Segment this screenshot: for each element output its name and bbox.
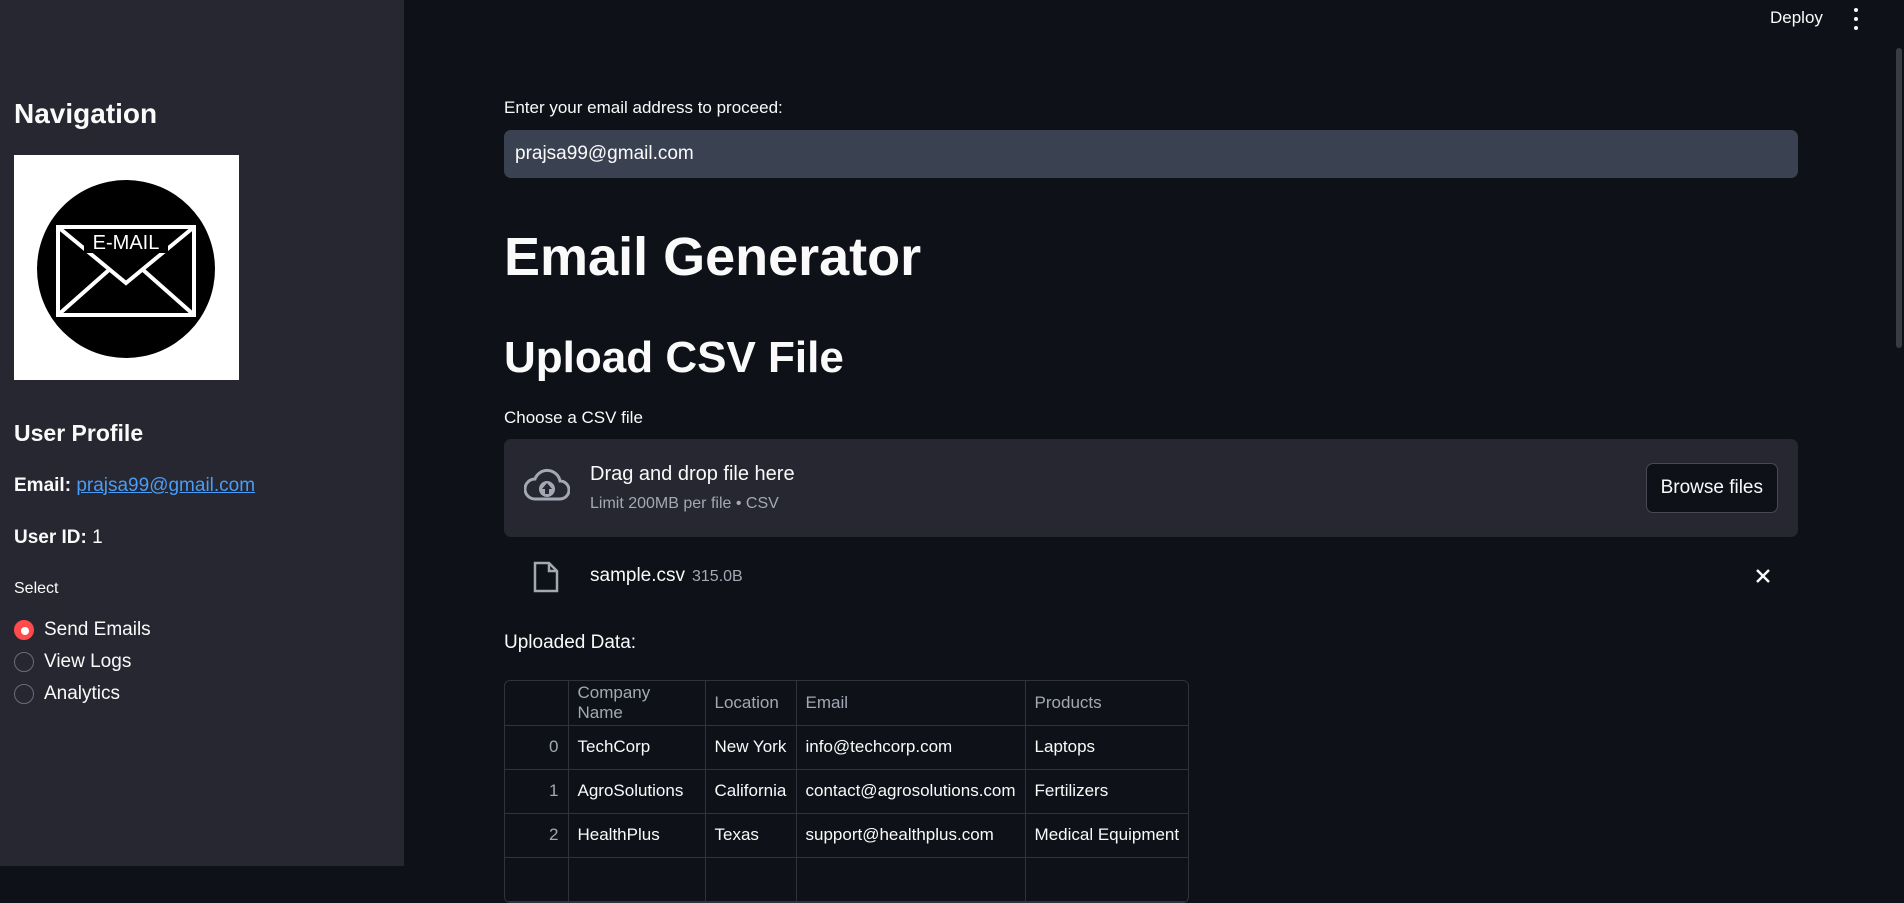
table-cell[interactable]: HealthPlus (568, 813, 706, 858)
dropzone-title: Drag and drop file here (590, 463, 795, 485)
table-row: 0 TechCorp New York info@techcorp.com La… (505, 725, 1189, 770)
table-cell[interactable]: contact@agrosolutions.com (796, 769, 1026, 814)
column-header[interactable]: Company Name (568, 681, 706, 726)
file-size: 315.0B (692, 568, 743, 585)
radio-unchecked-icon[interactable] (14, 652, 34, 672)
radio-view-logs[interactable]: View Logs (14, 646, 151, 678)
table-cell[interactable] (796, 857, 1026, 902)
user-id-label: User ID: (14, 527, 87, 548)
radio-label: Send Emails (44, 619, 151, 640)
scrollbar[interactable] (1896, 48, 1902, 348)
row-index[interactable]: 2 (505, 813, 569, 858)
table-cell[interactable]: Fertilizers (1025, 769, 1189, 814)
table-cell[interactable] (1025, 857, 1189, 902)
upload-heading: Upload CSV File (504, 333, 844, 382)
envelope-icon: E-MAIL (37, 180, 215, 358)
table-cell[interactable]: AgroSolutions (568, 769, 706, 814)
sidebar: Navigation E-MAIL User Profile Email: pr… (0, 0, 404, 866)
profile-email-link[interactable]: prajsa99@gmail.com (76, 475, 255, 496)
column-header[interactable] (505, 681, 569, 726)
file-dropzone[interactable]: Drag and drop file here Limit 200MB per … (504, 439, 1798, 537)
table-cell[interactable]: info@techcorp.com (796, 725, 1026, 770)
cloud-upload-icon (524, 468, 570, 501)
table-cell[interactable]: Laptops (1025, 725, 1189, 770)
radio-unchecked-icon[interactable] (14, 684, 34, 704)
table-cell[interactable] (568, 857, 706, 902)
table-row: 2 HealthPlus Texas support@healthplus.co… (505, 813, 1189, 858)
radio-analytics[interactable]: Analytics (14, 678, 151, 710)
uploaded-file: sample.csv 315.0B (504, 555, 1798, 599)
profile-email-label: Email: (14, 475, 72, 496)
page-title: Email Generator (504, 227, 922, 287)
row-index[interactable]: 1 (505, 769, 569, 814)
user-id-value: 1 (92, 527, 103, 548)
file-icon (533, 561, 559, 593)
table-cell[interactable]: New York (705, 725, 797, 770)
table-row (505, 857, 1189, 902)
email-input[interactable] (504, 130, 1798, 178)
main-menu-icon[interactable] (1852, 8, 1860, 30)
table-cell[interactable]: support@healthplus.com (796, 813, 1026, 858)
data-table: Company Name Location Email Products 0 T… (504, 680, 1190, 903)
table-cell[interactable]: Medical Equipment (1025, 813, 1189, 858)
row-index[interactable]: 0 (505, 725, 569, 770)
sidebar-title: Navigation (14, 98, 158, 129)
table-cell[interactable]: Texas (705, 813, 797, 858)
column-header[interactable]: Email (796, 681, 1026, 726)
table-cell[interactable] (705, 857, 797, 902)
file-name: sample.csv (590, 565, 686, 586)
file-uploader-label: Choose a CSV file (504, 408, 643, 427)
row-index[interactable] (505, 857, 569, 902)
profile-email: Email: prajsa99@gmail.com (14, 475, 255, 497)
deploy-button[interactable]: Deploy (1770, 8, 1823, 28)
table-row: 1 AgroSolutions California contact@agros… (505, 769, 1189, 814)
radio-send-emails[interactable]: Send Emails (14, 614, 151, 646)
radio-label: View Logs (44, 651, 132, 672)
select-label: Select (14, 580, 59, 597)
table-header-row: Company Name Location Email Products (505, 681, 1189, 726)
user-profile-heading: User Profile (14, 420, 144, 446)
radio-checked-icon[interactable] (14, 620, 34, 640)
email-prompt-label: Enter your email address to proceed: (504, 98, 783, 117)
profile-user-id: User ID: 1 (14, 527, 103, 549)
dropzone-limit: Limit 200MB per file • CSV (590, 495, 779, 512)
column-header[interactable]: Location (705, 681, 797, 726)
column-header[interactable]: Products (1025, 681, 1189, 726)
browse-files-button[interactable]: Browse files (1645, 463, 1778, 513)
navigation-radio-group: Send Emails View Logs Analytics (14, 614, 151, 710)
email-logo: E-MAIL (14, 155, 239, 380)
table-cell[interactable]: TechCorp (568, 725, 706, 770)
close-icon[interactable] (1752, 565, 1774, 587)
uploaded-data-label: Uploaded Data: (504, 632, 637, 653)
table-cell[interactable]: California (705, 769, 797, 814)
logo-text: E-MAIL (93, 232, 160, 254)
radio-label: Analytics (44, 683, 121, 704)
